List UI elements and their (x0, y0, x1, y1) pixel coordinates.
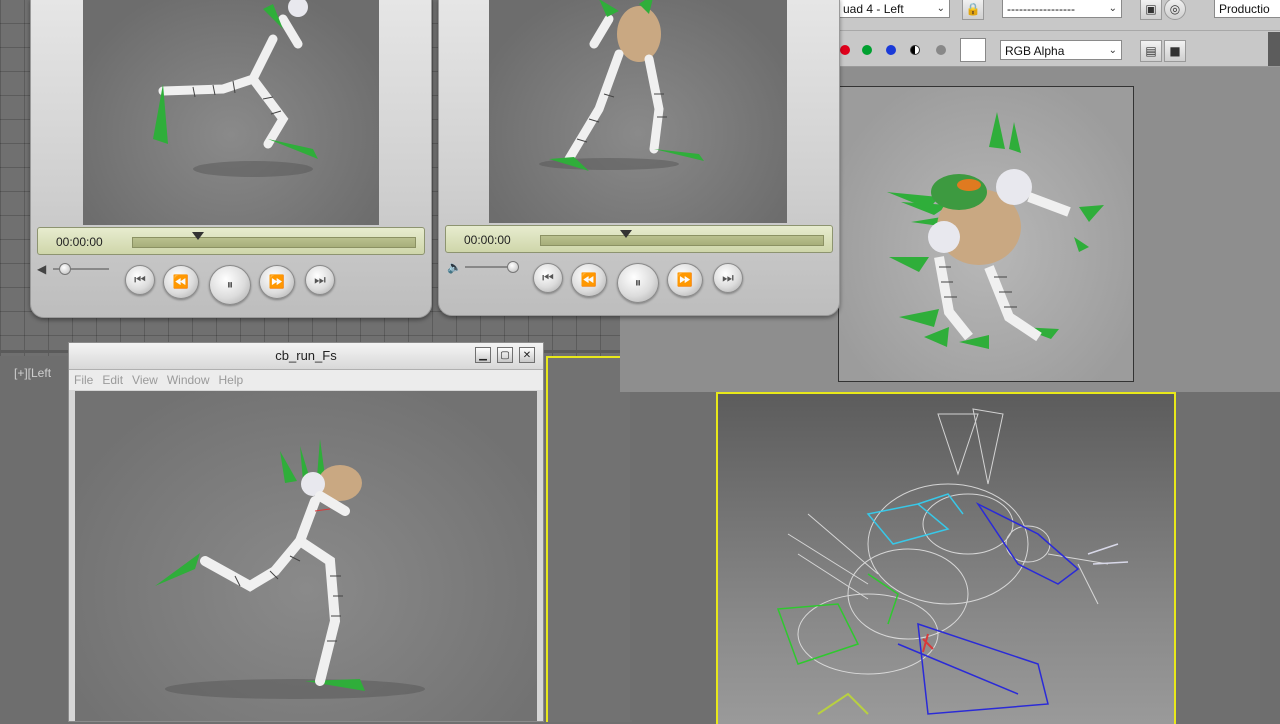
running-character (539, 0, 704, 171)
pause-icon[interactable]: ⏸ (209, 265, 251, 305)
production-label: Productio (1219, 2, 1270, 16)
menu-file[interactable]: File (74, 370, 93, 390)
image-info-icon[interactable]: ▤ (1140, 40, 1162, 62)
player-1-volume-knob[interactable] (59, 263, 71, 275)
running-character (153, 0, 318, 177)
active-viewport-left-edge (546, 356, 632, 722)
red-channel-toggle[interactable] (840, 45, 850, 55)
toolbar-divider (838, 30, 1280, 31)
close-icon[interactable]: ✕ (519, 347, 535, 363)
lock-icon[interactable]: 🔒 (962, 0, 984, 20)
render-frame-toolbar: uad 4 - Left ⌄ 🔒 ----------------- ⌄ ▣ ◎ P… (838, 0, 1280, 67)
viewport-label[interactable]: [+][Left (14, 366, 51, 380)
player-2-track[interactable] (540, 230, 824, 246)
player-2-volume-knob[interactable] (507, 261, 519, 273)
player-2-video (489, 0, 787, 223)
viewport-select-value: uad 4 - Left (843, 2, 904, 16)
perspective-viewport[interactable] (630, 392, 1260, 724)
media-window-video (75, 391, 537, 721)
channel-display-select[interactable]: RGB Alpha ⌄ (1000, 40, 1122, 60)
rendered-frog-character (887, 112, 1104, 349)
display-toggle-icon[interactable]: ■ (1164, 40, 1186, 62)
preset-select[interactable]: ----------------- ⌄ (1002, 0, 1122, 18)
alpha-channel-toggle[interactable] (910, 45, 920, 55)
menu-window[interactable]: Window (167, 370, 210, 390)
skip-back-icon[interactable]: ⏮ (533, 263, 563, 293)
player-1-playhead[interactable] (191, 232, 204, 240)
skip-forward-icon[interactable]: ⏭ (305, 265, 335, 295)
pause-icon[interactable]: ⏸ (617, 263, 659, 303)
environment-icon[interactable]: ◎ (1164, 0, 1186, 20)
player-2-timeline[interactable]: 00:00:00 (445, 225, 833, 253)
skip-forward-icon[interactable]: ⏭ (713, 263, 743, 293)
media-window[interactable]: cb_run_Fs ▁ ▢ ✕ File Edit View Window Help (68, 342, 544, 722)
toolbar-edge (1268, 32, 1280, 66)
fast-forward-icon[interactable]: ⏩ (259, 265, 295, 299)
media-window-menubar: File Edit View Window Help (69, 370, 543, 390)
player-1-timeline[interactable]: 00:00:00 (37, 227, 425, 255)
rewind-icon[interactable]: ⏪ (571, 263, 607, 297)
player-2-time: 00:00:00 (464, 233, 511, 247)
maximize-icon[interactable]: ▢ (497, 347, 513, 363)
chevron-down-icon: ⌄ (936, 3, 945, 14)
media-window-titlebar[interactable]: cb_run_Fs ▁ ▢ ✕ (69, 343, 543, 370)
chevron-down-icon: ⌄ (1108, 3, 1117, 14)
player-2-playhead[interactable] (619, 230, 632, 238)
menu-view[interactable]: View (132, 370, 158, 390)
color-swatch[interactable] (960, 38, 986, 62)
safe-frame (716, 392, 1176, 724)
player-1-time: 00:00:00 (56, 235, 103, 249)
menu-edit[interactable]: Edit (102, 370, 123, 390)
chevron-down-icon: ⌄ (1108, 45, 1117, 56)
rewind-icon[interactable]: ⏪ (163, 265, 199, 299)
mono-channel-toggle[interactable] (936, 45, 946, 55)
green-channel-toggle[interactable] (862, 45, 872, 55)
skip-back-icon[interactable]: ⏮ (125, 265, 155, 295)
render-preview (838, 86, 1134, 382)
blue-channel-toggle[interactable] (886, 45, 896, 55)
production-button[interactable]: Productio (1214, 0, 1280, 18)
speaker-icon[interactable]: 🔈 (447, 260, 462, 274)
quicktime-player-2[interactable]: 00:00:00 🔈 ⏮ ⏪ ⏸ ⏩ ⏭ (438, 0, 840, 316)
player-1-track[interactable] (132, 232, 416, 248)
fast-forward-icon[interactable]: ⏩ (667, 263, 703, 297)
preset-select-value: ----------------- (1007, 2, 1075, 16)
minimize-icon[interactable]: ▁ (475, 347, 491, 363)
running-character (155, 439, 425, 699)
menu-help[interactable]: Help (219, 370, 244, 390)
quicktime-player-1[interactable]: 00:00:00 ◀ ⏮ ⏪ ⏸ ⏩ ⏭ (30, 0, 432, 318)
channel-display-value: RGB Alpha (1005, 44, 1065, 58)
wireframe-character (776, 408, 1129, 715)
media-window-title: cb_run_Fs (275, 348, 337, 363)
player-1-video (83, 0, 379, 225)
render-setup-icon[interactable]: ▣ (1140, 0, 1162, 20)
speaker-icon[interactable]: ◀ (37, 262, 46, 276)
viewport-select[interactable]: uad 4 - Left ⌄ (838, 0, 950, 18)
